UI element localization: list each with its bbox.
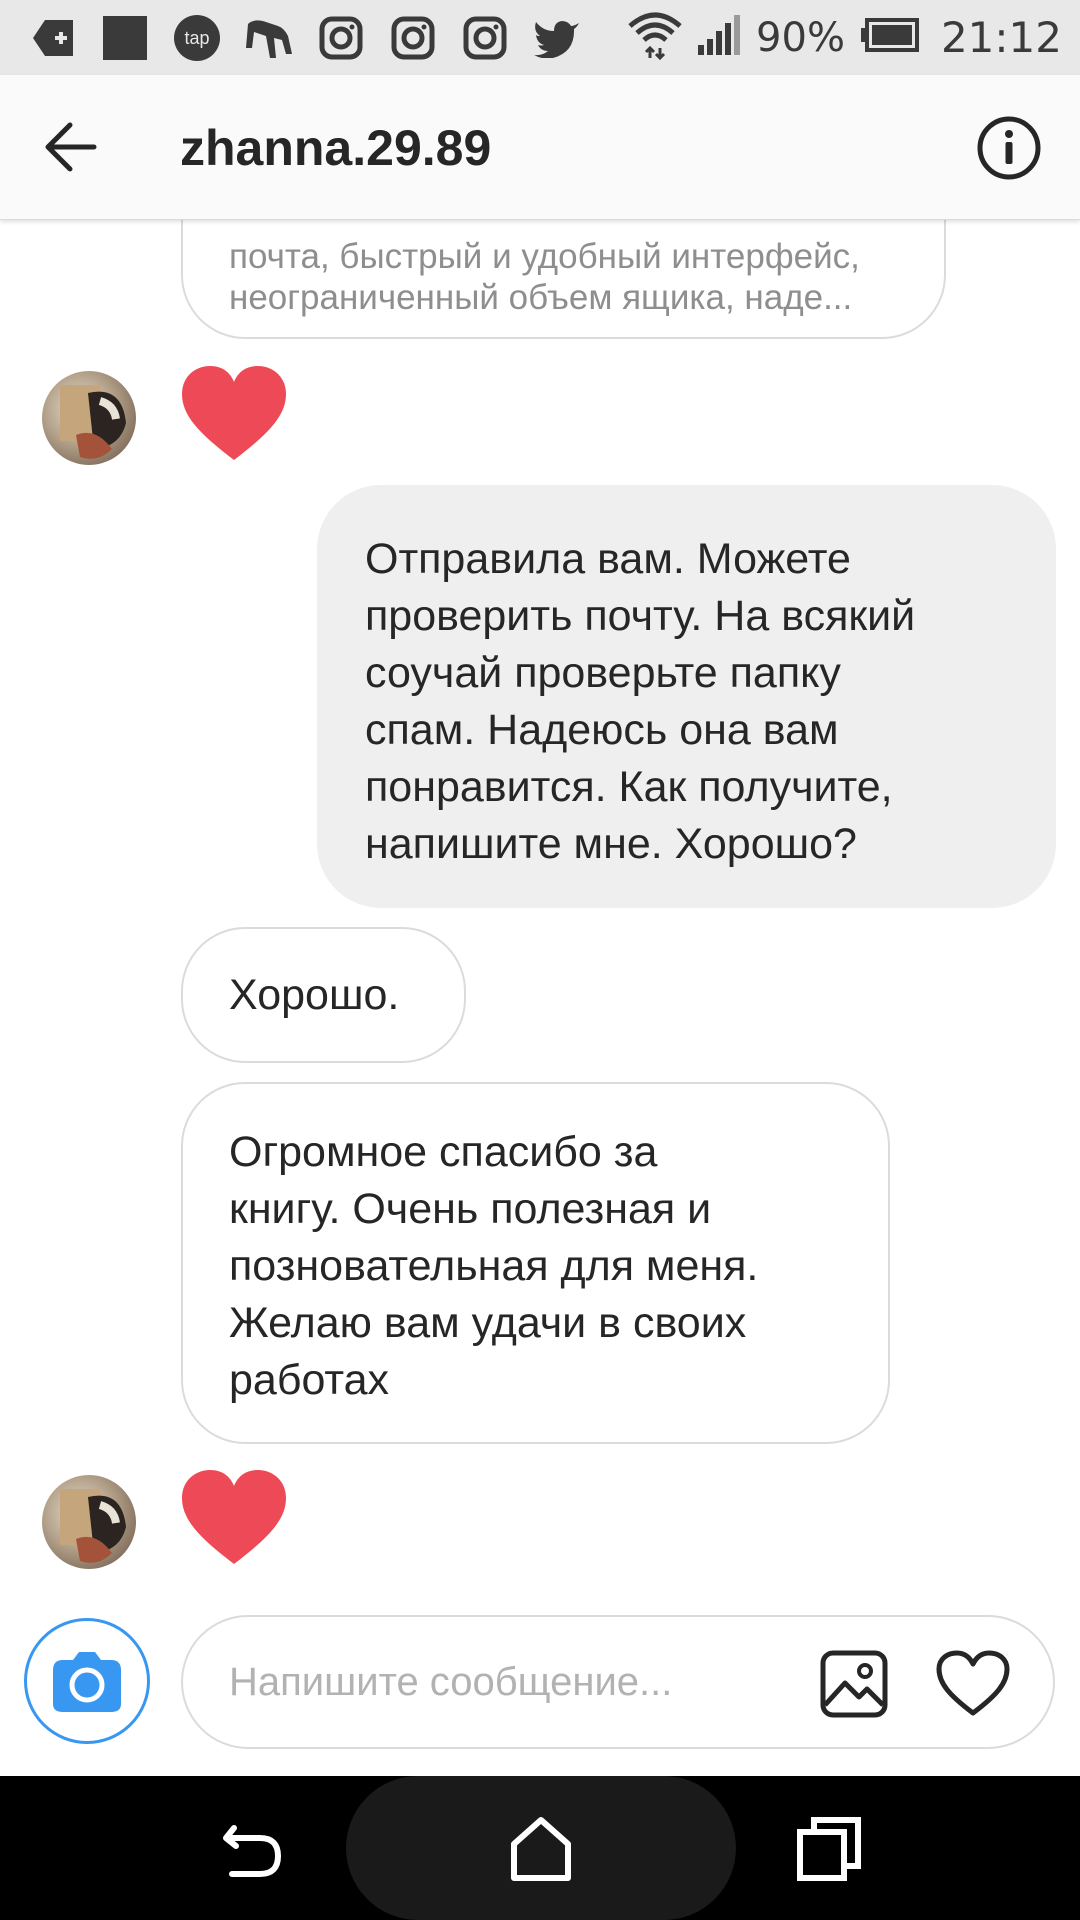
square-icon [100, 13, 150, 63]
gallery-button[interactable] [819, 1649, 889, 1719]
home-icon [511, 1817, 571, 1881]
message-line: Хорошо. [229, 971, 400, 1019]
message-line: спам. Надеюсь она вам [365, 706, 839, 754]
tap-icon: tap [172, 13, 222, 63]
heart-outline-icon [936, 1650, 1010, 1716]
link-preview-bubble[interactable]: почта, быстрый и удобный интерфейс, неог… [181, 219, 946, 339]
message-line: соучай проверьте папку [365, 649, 841, 697]
message-line: проверить почту. На всякий [365, 592, 916, 640]
back-nav-icon [223, 1825, 282, 1877]
preview-line: почта, быстрый и удобный интерфейс, [229, 237, 860, 276]
instagram-icon [460, 13, 510, 63]
camera-icon [53, 1652, 121, 1712]
runner-icon [244, 13, 294, 63]
instagram-icon [388, 13, 438, 63]
battery-icon [859, 18, 919, 57]
message-line: Огромное спасибо за [229, 1128, 658, 1176]
instagram-icon [316, 13, 366, 63]
heart-reaction [180, 364, 288, 464]
incoming-message[interactable]: Огромное спасибо за книгу. Очень полезна… [181, 1082, 890, 1444]
clock: 21:12 [940, 13, 1062, 62]
add-icon [28, 13, 78, 63]
message-line: книгу. Очень полезная и [229, 1185, 712, 1233]
nav-back-button[interactable] [218, 1814, 288, 1884]
image-icon [820, 1650, 888, 1718]
signal-icon [696, 15, 742, 60]
wifi-icon [628, 10, 682, 65]
camera-button[interactable] [24, 1618, 150, 1744]
info-icon [977, 116, 1041, 180]
message-input[interactable] [227, 1651, 771, 1713]
message-line: работах [229, 1356, 390, 1404]
info-button[interactable] [976, 115, 1042, 181]
conversation-header: zhanna.29.89 [0, 75, 1080, 220]
avatar-photo [60, 385, 126, 459]
back-button[interactable] [40, 117, 104, 177]
avatar[interactable] [42, 371, 136, 465]
recents-icon [797, 1817, 861, 1881]
battery-percent: 90% [756, 14, 845, 61]
conversation-title[interactable]: zhanna.29.89 [180, 119, 491, 177]
message-composer [181, 1615, 1055, 1749]
message-thread[interactable]: почта, быстрый и удобный интерфейс, неог… [0, 219, 1080, 1614]
message-line: понравится. Как получите, [365, 763, 893, 811]
outgoing-message[interactable]: Отправила вам. Можете проверить почту. Н… [317, 485, 1056, 908]
message-line: Отправила вам. Можете [365, 535, 851, 583]
message-line: напишите мне. Хорошо? [365, 820, 857, 868]
like-button[interactable] [935, 1649, 1011, 1719]
system-nav-bar [0, 1776, 1080, 1920]
avatar-photo [60, 1489, 126, 1563]
nav-recents-button[interactable] [794, 1814, 864, 1884]
twitter-icon [532, 13, 582, 63]
nav-home-button[interactable] [506, 1814, 576, 1884]
message-line: позновательная для меня. [229, 1242, 759, 1290]
arrow-left-icon [45, 122, 97, 172]
status-bar: tap 90% 21:12 [0, 0, 1080, 75]
svg-text:tap: tap [184, 28, 209, 48]
avatar[interactable] [42, 1475, 136, 1569]
preview-line: неограниченный объем ящика, наде... [229, 278, 853, 317]
message-line: Желаю вам удачи в своих [229, 1299, 747, 1347]
incoming-message[interactable]: Хорошо. [181, 927, 466, 1063]
heart-reaction [180, 1468, 288, 1568]
